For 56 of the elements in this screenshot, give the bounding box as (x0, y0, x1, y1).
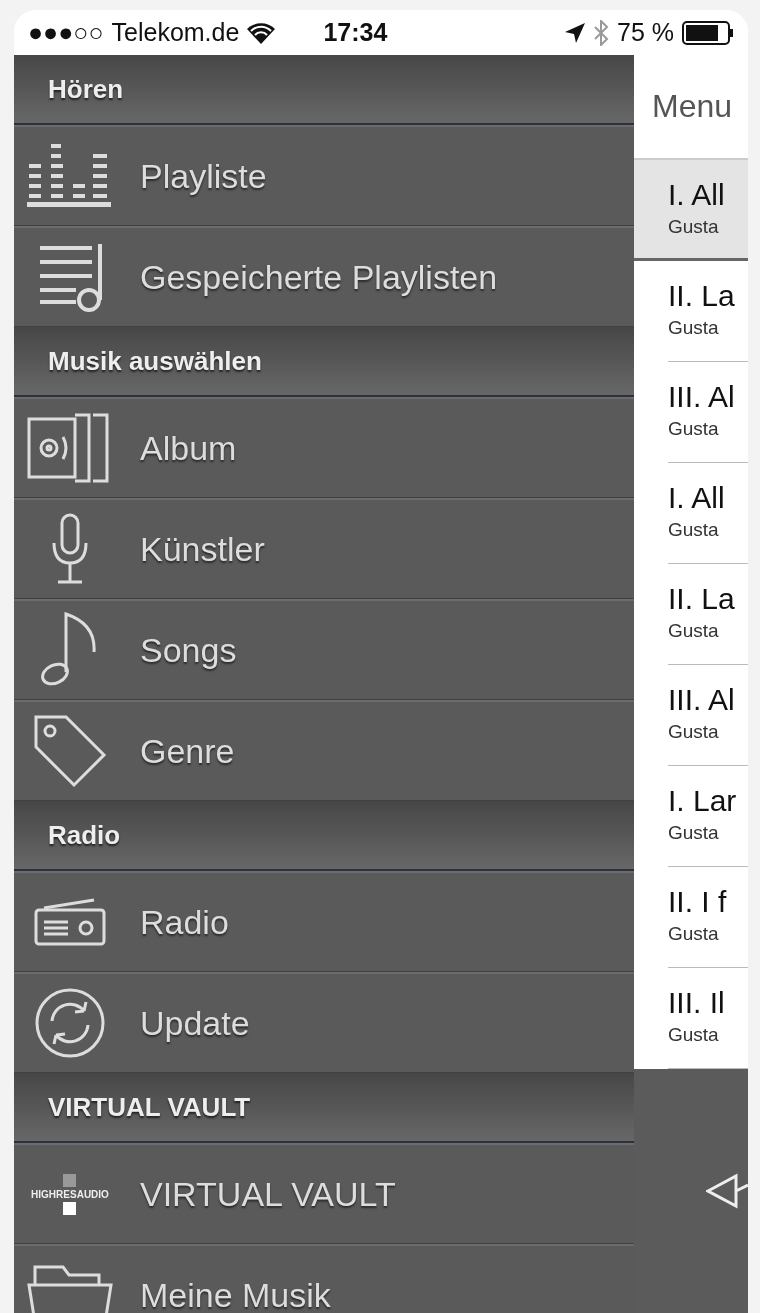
track-title: II. La (668, 279, 736, 313)
track-title: III. Al (668, 380, 736, 414)
battery-icon (682, 20, 734, 45)
track-row[interactable]: II. La Gusta (634, 261, 748, 362)
track-row[interactable]: III. Al Gusta (634, 665, 748, 766)
track-row[interactable]: II. La Gusta (634, 564, 748, 665)
track-row[interactable]: I. Lar Gusta (634, 766, 748, 867)
menu-item[interactable]: HIGHRESAUDIO VIRTUAL VAULT (14, 1143, 634, 1244)
track-title: III. Il (668, 986, 726, 1020)
track-row[interactable]: I. All Gusta (634, 160, 748, 261)
track-row[interactable]: I. All Gusta (634, 463, 748, 564)
refresh-icon (34, 987, 106, 1059)
menu-item[interactable]: Künstler (14, 498, 634, 599)
signal-strength: ●●●○○ (28, 18, 104, 47)
track-title: III. Al (668, 683, 736, 717)
track-title: I. All (668, 178, 726, 212)
track-title: I. Lar (668, 784, 738, 818)
radio-icon (34, 898, 106, 946)
track-artist: Gusta (668, 1024, 720, 1046)
folder-icon (27, 1265, 113, 1313)
track-title: II. I f (668, 885, 728, 919)
menu-item[interactable]: Radio (14, 871, 634, 972)
track-artist: Gusta (668, 822, 720, 844)
section-header: Radio (14, 801, 634, 871)
carrier-name: Telekom.de (111, 18, 240, 47)
wifi-icon (247, 21, 276, 44)
microphone-icon (50, 513, 90, 585)
track-title: I. All (668, 481, 726, 515)
battery-percentage: 75 % (617, 18, 674, 47)
menu-item[interactable]: Genre (14, 700, 634, 801)
menu-item[interactable]: Playliste (14, 125, 634, 226)
track-row[interactable]: III. Al Gusta (634, 362, 748, 463)
track-artist: Gusta (668, 721, 720, 743)
menu-item[interactable]: Album (14, 397, 634, 498)
track-artist: Gusta (668, 519, 720, 541)
clock-time: 17:34 (323, 18, 388, 47)
previous-icon[interactable] (706, 1173, 748, 1209)
track-artist: Gusta (668, 317, 720, 339)
section-header: VIRTUAL VAULT (14, 1073, 634, 1143)
section-header: Musik auswählen (14, 327, 634, 397)
track-artist: Gusta (668, 418, 720, 440)
location-arrow-icon (565, 22, 585, 43)
track-row[interactable]: II. I f Gusta (634, 867, 748, 968)
menu-item[interactable]: Songs (14, 599, 634, 700)
track-artist: Gusta (668, 923, 720, 945)
track-title: II. La (668, 582, 736, 616)
tag-icon (32, 713, 108, 789)
menu-item[interactable]: Update (14, 972, 634, 1073)
bluetooth-icon (593, 19, 609, 46)
track-artist: Gusta (668, 216, 720, 238)
equalizer-icon (27, 144, 113, 208)
section-header: Hören (14, 55, 634, 125)
track-artist: Gusta (668, 620, 720, 642)
menu-item[interactable]: Meine Musik (14, 1244, 634, 1313)
track-row[interactable]: III. Il Gusta (634, 968, 748, 1069)
menu-item[interactable]: Gespeicherte Playlisten (14, 226, 634, 327)
